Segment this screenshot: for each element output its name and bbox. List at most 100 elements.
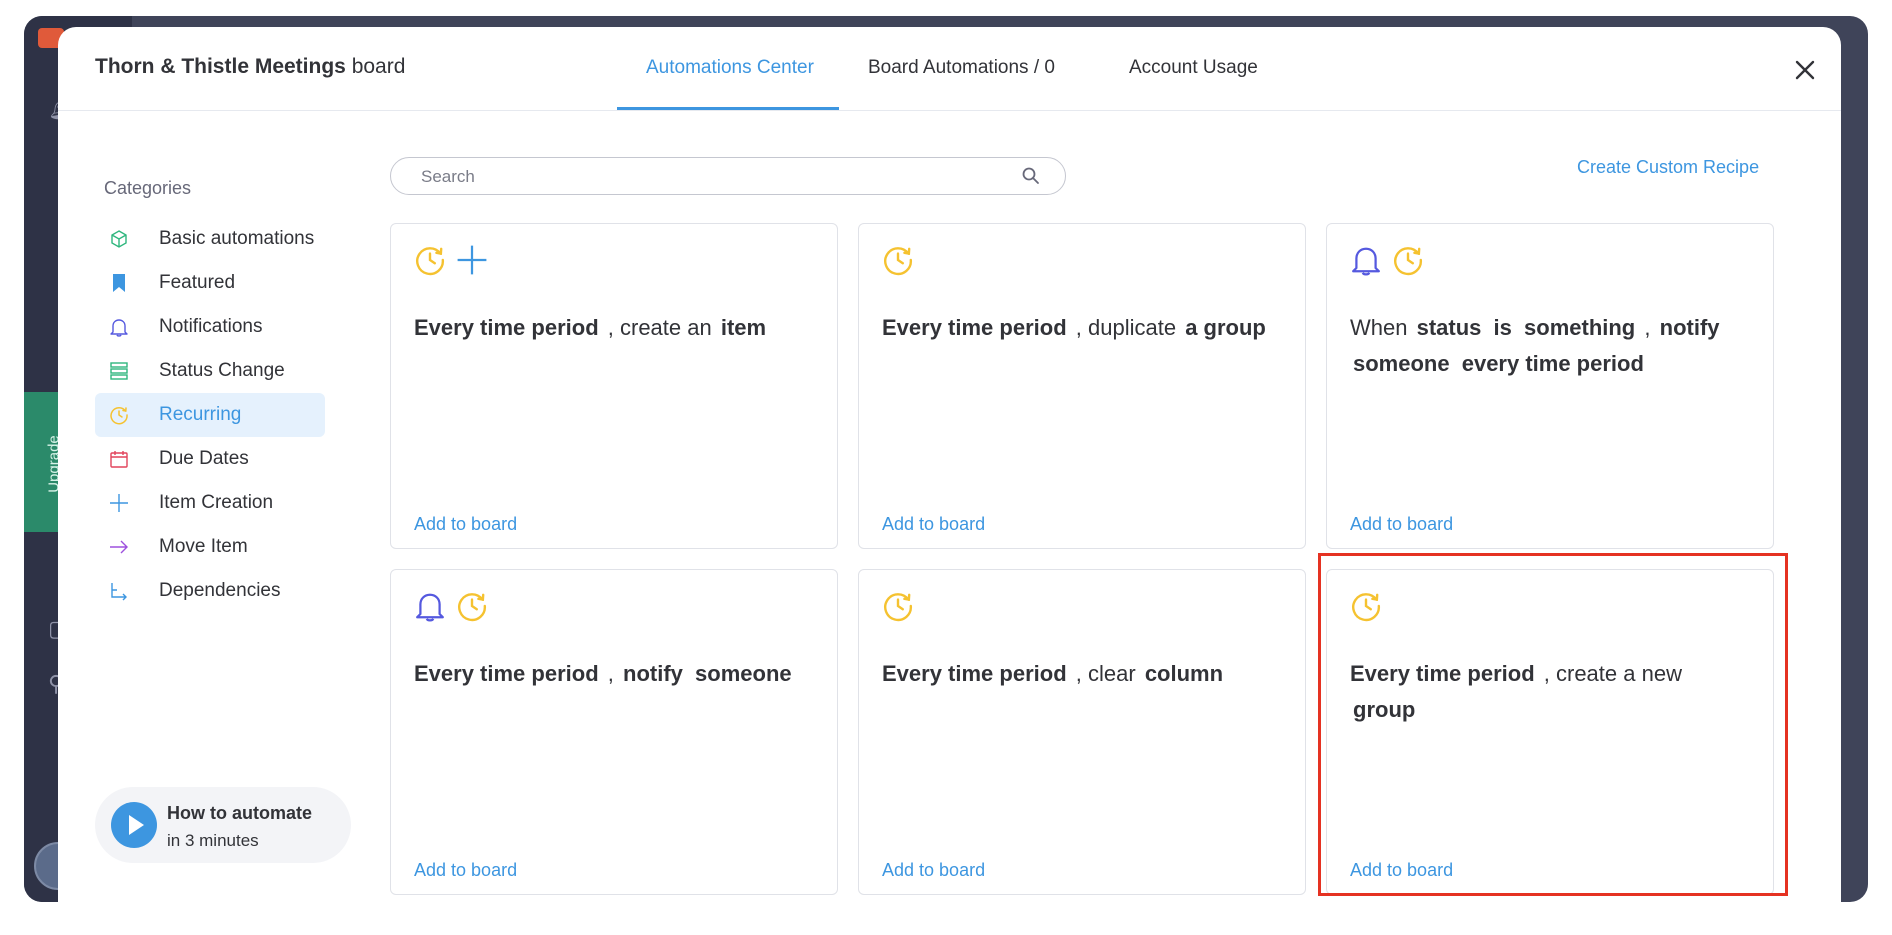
recipe-icons [1350, 244, 1434, 278]
recipe-token[interactable]: notify [1660, 315, 1720, 340]
arrow-right-icon [109, 537, 129, 557]
category-recurring[interactable]: Recurring [95, 393, 325, 437]
category-status-change[interactable]: Status Change [95, 349, 325, 393]
category-label: Notifications [159, 316, 263, 337]
recipe-token[interactable]: group [1353, 697, 1415, 722]
clock-icon [456, 590, 488, 622]
recipe-token[interactable]: status [1417, 315, 1482, 340]
add-to-board-link[interactable]: Add to board [882, 860, 985, 881]
bookmark-icon [109, 273, 129, 293]
search-input[interactable] [419, 164, 1003, 190]
recipe-token[interactable]: Every time period [1350, 661, 1535, 686]
play-button[interactable] [111, 802, 157, 848]
add-to-board-link[interactable]: Add to board [1350, 514, 1453, 535]
recipe-card[interactable]: When status is something , notify someon… [1326, 223, 1774, 549]
plus-icon [109, 493, 129, 513]
calendar-icon [109, 449, 129, 469]
category-label: Dependencies [159, 580, 281, 601]
bell-icon [109, 317, 129, 337]
recipe-token[interactable]: Every time period [882, 661, 1067, 686]
close-button[interactable] [1792, 57, 1818, 83]
bell-icon [1350, 244, 1382, 276]
add-to-board-link[interactable]: Add to board [414, 860, 517, 881]
recipe-text: Every time period , notify someone [414, 656, 819, 692]
category-label: Basic automations [159, 228, 315, 249]
howto-subtitle: in 3 minutes [167, 831, 259, 850]
recipe-connector: , duplicate [1075, 315, 1177, 340]
tab-account-usage[interactable]: Account Usage [1129, 57, 1258, 79]
recipe-token[interactable]: a group [1185, 315, 1266, 340]
plus-icon [456, 244, 488, 276]
clock-icon [1392, 244, 1424, 276]
category-move-item[interactable]: Move Item [95, 525, 325, 569]
clock-icon [414, 244, 446, 276]
clock-icon [1350, 590, 1382, 622]
category-label: Due Dates [159, 448, 249, 469]
dependency-icon [109, 581, 129, 601]
category-due-dates[interactable]: Due Dates [95, 437, 325, 481]
close-icon [1795, 60, 1815, 80]
board-title: Thorn & Thistle Meetings board [95, 55, 405, 79]
recipe-token[interactable]: Every time period [414, 315, 599, 340]
category-label: Recurring [159, 404, 242, 425]
recipe-connector: , [1644, 315, 1651, 340]
recipe-token[interactable]: someone [1353, 351, 1450, 376]
search-icon[interactable] [1021, 166, 1041, 186]
recipe-connector: , create a new [1543, 661, 1682, 686]
recipe-token[interactable]: is [1494, 315, 1512, 340]
recipe-text: When status is something , notify someon… [1350, 310, 1755, 382]
howto-title: How to automate [167, 803, 313, 823]
recipe-text: Every time period , clear column [882, 656, 1287, 692]
category-item-creation[interactable]: Item Creation [95, 481, 325, 525]
recipe-icons [1350, 590, 1392, 624]
recipe-icons [414, 244, 498, 278]
recipe-card[interactable]: Every time period , create an item Add to… [390, 223, 838, 549]
recipe-token[interactable]: item [721, 315, 766, 340]
recipe-text: Every time period , create an item [414, 310, 819, 346]
add-to-board-link[interactable]: Add to board [882, 514, 985, 535]
recipe-icons [882, 590, 924, 624]
recipe-connector: , clear [1075, 661, 1136, 686]
automations-modal: Thorn & Thistle Meetings board Automatio… [58, 27, 1841, 907]
category-label: Featured [159, 272, 236, 293]
category-label: Move Item [159, 536, 248, 557]
category-notifications[interactable]: Notifications [95, 305, 325, 349]
create-custom-recipe-link[interactable]: Create Custom Recipe [1577, 157, 1759, 178]
category-featured[interactable]: Featured [95, 261, 325, 305]
recipe-connector: , [607, 661, 614, 686]
category-label: Status Change [159, 360, 285, 381]
recipe-token[interactable]: Every time period [414, 661, 599, 686]
recipe-text: Every time period , create a new group [1350, 656, 1755, 728]
add-to-board-link[interactable]: Add to board [414, 514, 517, 535]
category-dependencies[interactable]: Dependencies [95, 569, 325, 613]
play-icon [129, 815, 144, 835]
recipe-icons [882, 244, 924, 278]
recipe-token[interactable]: someone [695, 661, 792, 686]
bell-icon [414, 590, 446, 622]
recipe-token[interactable]: notify [623, 661, 683, 686]
cube-icon [109, 229, 129, 249]
board-suffix: board [351, 55, 406, 78]
recipe-card[interactable]: Every time period , notify someone Add to… [390, 569, 838, 895]
recipe-card[interactable]: Every time period , duplicate a group Add… [858, 223, 1306, 549]
active-tab-indicator [617, 107, 839, 110]
recipe-card[interactable]: Every time period , create a new group Ad… [1326, 569, 1774, 895]
recipe-connector: , create an [607, 315, 712, 340]
clock-icon [109, 405, 129, 425]
category-basic-automations[interactable]: Basic automations [95, 217, 325, 261]
recipe-connector: When [1350, 315, 1408, 340]
recipe-token[interactable]: something [1524, 315, 1635, 340]
category-label: Item Creation [159, 492, 274, 513]
how-to-automate-video[interactable]: How to automate in 3 minutes [95, 787, 351, 863]
board-name: Thorn & Thistle Meetings [95, 55, 346, 78]
tab-automations-center[interactable]: Automations Center [646, 57, 814, 79]
recipe-token[interactable]: every time period [1462, 351, 1644, 376]
recipe-token[interactable]: Every time period [882, 315, 1067, 340]
recipe-token[interactable]: column [1145, 661, 1223, 686]
clock-icon [882, 590, 914, 622]
clock-icon [882, 244, 914, 276]
tab-board-automations[interactable]: Board Automations / 0 [868, 57, 1055, 79]
recipe-card[interactable]: Every time period , clear column Add to b… [858, 569, 1306, 895]
add-to-board-link[interactable]: Add to board [1350, 860, 1453, 881]
recipe-icons [414, 590, 498, 624]
